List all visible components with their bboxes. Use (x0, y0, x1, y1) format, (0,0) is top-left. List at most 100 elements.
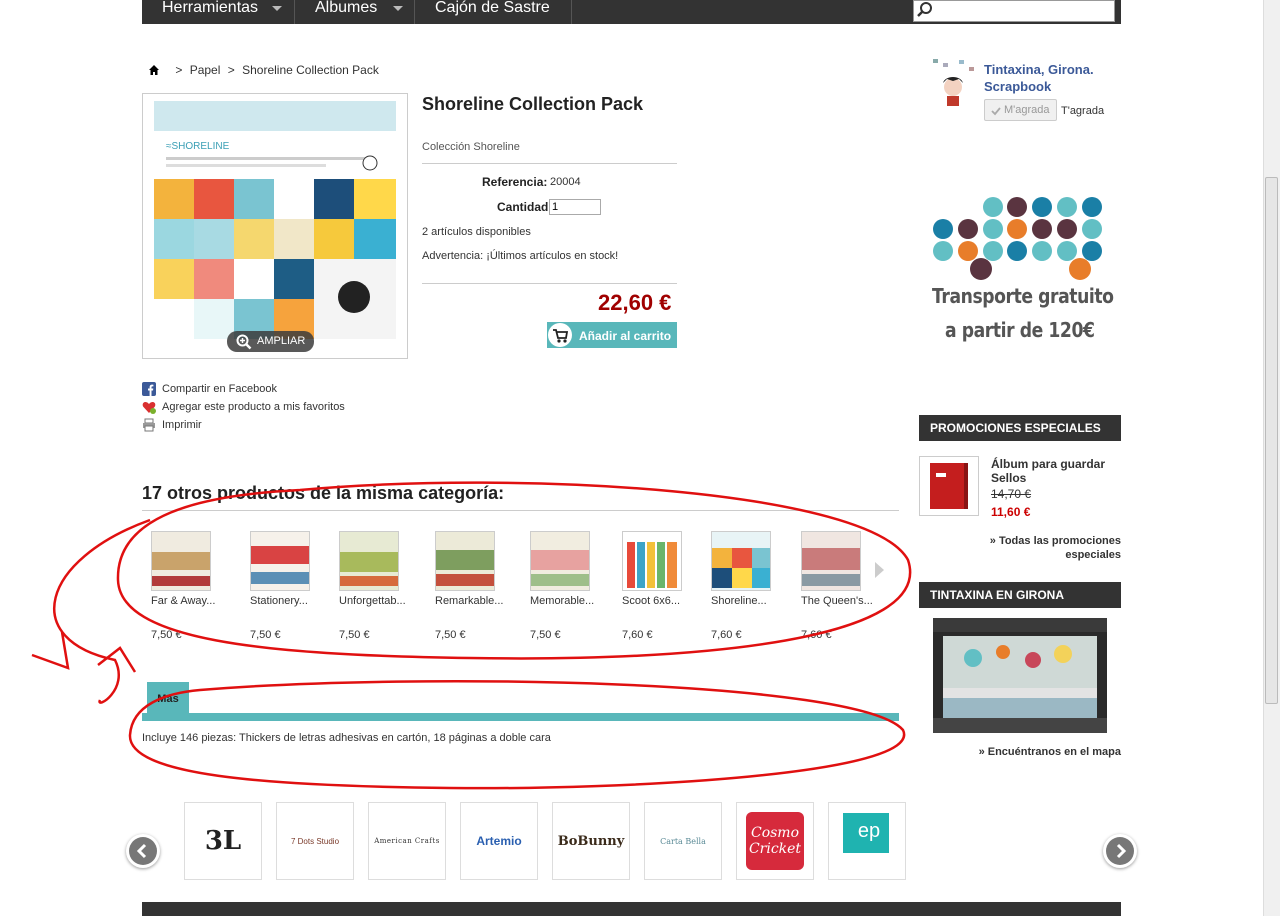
brand-american-crafts-logo: American Crafts (374, 837, 440, 845)
printer-icon (143, 418, 155, 432)
related-product-price: 7,50 € (250, 629, 281, 641)
footer-bar (142, 902, 1121, 916)
related-product-thumbnail[interactable] (530, 531, 590, 591)
brand-3l-logo: 3L (204, 826, 242, 856)
brand-logo[interactable]: 7 Dots Studio (276, 802, 354, 880)
chevron-down-icon[interactable] (272, 6, 282, 11)
collection-label[interactable]: Colección Shoreline (422, 141, 520, 153)
nav-item-herramientas[interactable]: Herramientas (162, 0, 258, 24)
chevron-right-icon (1106, 837, 1134, 865)
tab-content-text: Incluye 146 piezas: Thickers de letras a… (142, 732, 551, 744)
special-product-name[interactable]: Álbum para guardar Sellos (991, 457, 1117, 485)
related-product-name[interactable]: Remarkable... (435, 595, 503, 607)
special-old-price: 14,70 € (991, 487, 1032, 501)
related-product-name[interactable]: Scoot 6x6... (622, 595, 680, 607)
divider (422, 283, 677, 284)
brand-logo[interactable]: BoBunny (552, 802, 630, 880)
zoom-label: AMPLIAR (257, 335, 306, 347)
related-product[interactable]: Far & Away... 7,50 € (151, 531, 231, 651)
product-image[interactable]: ≈SHORELINE (154, 101, 396, 349)
add-to-cart-button[interactable]: Añadir al carrito (547, 322, 677, 348)
related-product-thumbnail[interactable] (151, 531, 211, 591)
facebook-page-avatar[interactable] (929, 57, 979, 107)
related-product-price: 7,50 € (151, 629, 182, 641)
related-product-name[interactable]: The Queen's... (801, 595, 873, 607)
related-products-heading: 17 otros productos de la misma categoría… (142, 483, 505, 503)
carousel-prev-button[interactable] (126, 834, 160, 868)
related-product-thumbnail[interactable] (339, 531, 399, 591)
share-facebook-label: Compartir en Facebook (162, 383, 277, 395)
related-product-thumbnail[interactable] (250, 531, 310, 591)
product-title: Shoreline Collection Pack (422, 94, 644, 114)
related-product[interactable]: Stationery... 7,50 € (250, 531, 330, 651)
breadcrumb: > Papel > Shoreline Collection Pack (148, 62, 379, 78)
checkmark-icon (991, 107, 1001, 116)
related-product-price: 7,50 € (339, 629, 370, 641)
special-product-image[interactable] (919, 456, 979, 516)
home-icon[interactable] (148, 64, 160, 76)
brand-logo[interactable]: Carta Bella (644, 802, 722, 880)
search-icon[interactable] (916, 1, 934, 19)
nav-item-cajon-de-sastre[interactable]: Cajón de Sastre (435, 0, 550, 24)
scrollbar-thumb[interactable] (1265, 177, 1278, 704)
related-product-price: 7,60 € (622, 629, 653, 641)
brand-bobunny-logo: BoBunny (557, 833, 625, 849)
related-product[interactable]: Memorable... 7,50 € (530, 531, 610, 651)
zoom-button[interactable]: AMPLIAR (227, 331, 314, 352)
quantity-field[interactable] (549, 199, 601, 215)
tab-mas[interactable]: Más (147, 682, 189, 713)
related-product[interactable]: The Queen's... 7,60 € (801, 531, 881, 651)
related-product[interactable]: Unforgettab... 7,50 € (339, 531, 419, 651)
facebook-like-button[interactable]: M'agrada (984, 99, 1057, 121)
nav-divider (414, 0, 415, 24)
breadcrumb-current: Shoreline Collection Pack (242, 62, 379, 77)
store-header: TINTAXINA EN GIRONA (919, 582, 1121, 608)
nav-item-albumes[interactable]: Albumes (315, 0, 377, 24)
reference-value: 20004 (550, 176, 581, 188)
related-product-price: 7,50 € (435, 629, 466, 641)
facebook-icon (142, 382, 156, 396)
related-product-thumbnail[interactable] (435, 531, 495, 591)
brand-logo[interactable]: Cosmo Cricket (736, 802, 814, 880)
heart-icon (142, 401, 156, 414)
brand-logo[interactable]: American Crafts (368, 802, 446, 880)
map-link[interactable]: » Encuéntranos en el mapa (900, 746, 1121, 758)
breadcrumb-category-link[interactable]: Papel (190, 63, 221, 77)
facebook-like-label: M'agrada (1004, 104, 1050, 116)
store-photo[interactable] (933, 618, 1107, 733)
related-product-price: 7,60 € (801, 629, 832, 641)
free-shipping-banner[interactable]: Transporte gratuito a partir de 120€ (929, 192, 1114, 352)
nav-divider (294, 0, 295, 24)
search-input[interactable] (913, 0, 1115, 22)
chevron-left-icon (129, 837, 157, 865)
related-product-name[interactable]: Shoreline... (711, 595, 767, 607)
related-product[interactable]: Scoot 6x6... 7,60 € (622, 531, 702, 651)
brand-logo[interactable]: ep (828, 802, 906, 880)
brand-artemio-logo: Artemio (476, 834, 522, 848)
related-product[interactable]: Shoreline... 7,60 € (711, 531, 791, 651)
chevron-down-icon[interactable] (393, 6, 403, 11)
print-label: Imprimir (162, 419, 202, 431)
brand-logo[interactable]: Artemio (460, 802, 538, 880)
svg-text:≈SHORELINE: ≈SHORELINE (166, 141, 230, 152)
all-specials-link[interactable]: » Todas las promociones especiales (960, 534, 1121, 562)
cart-icon (548, 323, 572, 347)
related-product-thumbnail[interactable] (622, 531, 682, 591)
facebook-page-name[interactable]: Tintaxina, Girona. Scrapbook (984, 61, 1114, 95)
related-product-thumbnail[interactable] (711, 531, 771, 591)
product-price: 22,60 € (598, 290, 672, 315)
brand-logo[interactable]: 3L (184, 802, 262, 880)
add-to-favorites-label: Agregar este producto a mis favoritos (162, 401, 345, 413)
related-product-name[interactable]: Unforgettab... (339, 595, 406, 607)
facebook-like-status: T'agrada (1061, 105, 1105, 117)
related-product-thumbnail[interactable] (801, 531, 861, 591)
chevron-right-icon[interactable] (875, 562, 884, 578)
related-product-name[interactable]: Stationery... (250, 595, 308, 607)
related-product-name[interactable]: Memorable... (530, 595, 594, 607)
carousel-next-button[interactable] (1103, 834, 1137, 868)
reference-label: Referencia: (482, 175, 548, 189)
dots-graphic (933, 197, 1102, 280)
related-product-name[interactable]: Far & Away... (151, 595, 215, 607)
related-product[interactable]: Remarkable... 7,50 € (435, 531, 515, 651)
free-shipping-line1: Transporte gratuito (932, 284, 1114, 308)
